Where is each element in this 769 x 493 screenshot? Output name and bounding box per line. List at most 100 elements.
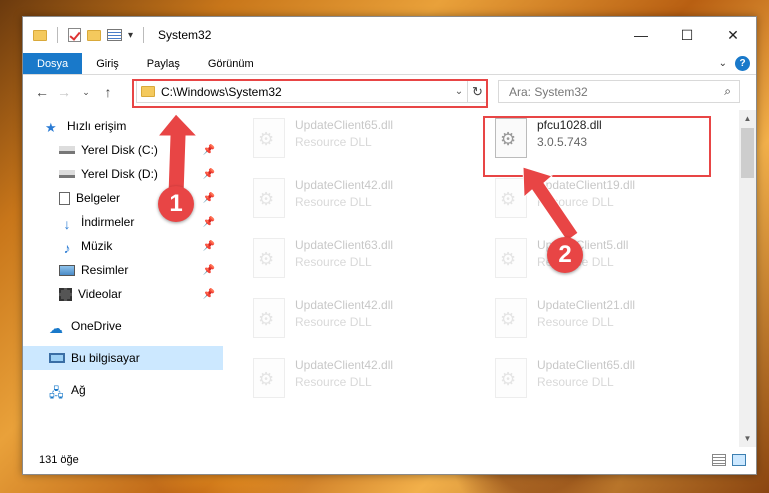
sidebar-item-quick-access[interactable]: ★ Hızlı erişim bbox=[23, 114, 223, 138]
dll-file-icon bbox=[495, 178, 527, 218]
item-count: 131 öğe bbox=[39, 454, 79, 466]
properties-check-icon[interactable] bbox=[68, 28, 81, 42]
sidebar-item-disk-d[interactable]: Yerel Disk (D:) 📌 bbox=[23, 162, 223, 186]
up-arrow-icon[interactable]: ↑ bbox=[97, 84, 119, 100]
search-placeholder: Ara: System32 bbox=[509, 84, 588, 99]
pin-icon[interactable]: 📌 bbox=[203, 169, 215, 180]
file-description: Resource DLL bbox=[295, 195, 372, 209]
tiles-view-icon[interactable] bbox=[732, 454, 746, 466]
back-arrow-icon[interactable]: ← bbox=[31, 84, 53, 100]
file-description: Resource DLL bbox=[537, 375, 614, 389]
divider bbox=[143, 27, 145, 43]
sidebar-item-label: Resimler bbox=[81, 263, 129, 277]
tab-file[interactable]: Dosya bbox=[23, 53, 83, 74]
tab-view[interactable]: Görünüm bbox=[194, 53, 268, 74]
title-bar: ▾ System32 — ☐ ✕ bbox=[23, 17, 756, 53]
sidebar-item-label: Yerel Disk (C:) bbox=[81, 143, 158, 157]
divider bbox=[57, 27, 58, 43]
sidebar-item-disk-c[interactable]: Yerel Disk (C:) 📌 bbox=[23, 138, 223, 162]
file-name: UpdateClient19.dll bbox=[537, 178, 636, 192]
file-item[interactable]: UpdateClient42.dll Resource DLL bbox=[243, 174, 473, 230]
tab-share[interactable]: Paylaş bbox=[133, 53, 194, 74]
sidebar-item-label: Hızlı erişim bbox=[67, 119, 127, 133]
file-item[interactable]: UpdateClient5.dllResource DLL bbox=[485, 234, 715, 290]
dll-file-icon bbox=[495, 298, 527, 338]
file-name: UpdateClient42.dll bbox=[295, 178, 394, 192]
dll-file-icon bbox=[253, 358, 285, 398]
pin-icon[interactable]: 📌 bbox=[203, 193, 215, 204]
dll-file-icon bbox=[253, 118, 285, 158]
sidebar-item-videos[interactable]: Videolar 📌 bbox=[23, 282, 223, 306]
file-item[interactable]: UpdateClient63.dll Resource DLL bbox=[243, 234, 473, 290]
sidebar-item-this-pc[interactable]: Bu bilgisayar bbox=[23, 346, 223, 370]
status-bar: 131 öğe bbox=[23, 446, 756, 474]
dll-file-icon bbox=[253, 298, 285, 338]
sidebar-item-network[interactable]: 🖧 Ağ bbox=[23, 378, 223, 402]
tab-home[interactable]: Giriş bbox=[82, 53, 133, 74]
file-item[interactable]: UpdateClient42.dll Resource DLL bbox=[243, 294, 473, 350]
sidebar-item-label: İndirmeler bbox=[81, 215, 135, 229]
file-description: Resource DLL bbox=[295, 375, 372, 389]
search-input[interactable]: Ara: System32 ⌕ bbox=[498, 80, 740, 103]
music-icon: ♪ bbox=[63, 239, 71, 256]
sidebar-item-label: Yerel Disk (D:) bbox=[81, 167, 158, 181]
details-view-icon[interactable] bbox=[712, 454, 726, 466]
file-name: UpdateClient42.dll bbox=[295, 298, 394, 312]
callout-2: 2 bbox=[547, 237, 583, 273]
file-description: Resource DLL bbox=[295, 315, 372, 329]
view-icon[interactable] bbox=[107, 29, 122, 41]
file-item[interactable]: UpdateClient21.dll Resource DLL bbox=[485, 294, 715, 350]
help-icon[interactable]: ? bbox=[735, 56, 750, 71]
dll-file-icon bbox=[253, 238, 285, 278]
dll-file-icon bbox=[253, 178, 285, 218]
file-item[interactable]: UpdateClient65.dll Resource DLL bbox=[243, 114, 473, 170]
sidebar-item-label: Belgeler bbox=[76, 191, 121, 205]
scroll-up-icon[interactable]: ▲ bbox=[739, 110, 756, 127]
sidebar-item-downloads[interactable]: ↓ İndirmeler 📌 bbox=[23, 210, 223, 234]
view-switcher bbox=[712, 454, 746, 466]
ribbon-tabs: Dosya Giriş Paylaş Görünüm ⌄ ? bbox=[23, 53, 756, 75]
sidebar-item-pictures[interactable]: Resimler 📌 bbox=[23, 258, 223, 282]
sidebar-item-label: Müzik bbox=[81, 239, 113, 253]
file-name: UpdateClient65.dll bbox=[295, 118, 394, 132]
expand-ribbon-chevron-icon[interactable]: ⌄ bbox=[719, 58, 727, 69]
maximize-button[interactable]: ☐ bbox=[664, 17, 710, 53]
sidebar-item-onedrive[interactable]: ☁ OneDrive bbox=[23, 314, 223, 338]
scroll-down-icon[interactable]: ▼ bbox=[739, 430, 756, 447]
quick-access-toolbar: ▾ System32 bbox=[23, 27, 211, 43]
pin-icon[interactable]: 📌 bbox=[203, 265, 215, 276]
drive-icon bbox=[59, 170, 75, 178]
pin-icon[interactable]: 📌 bbox=[203, 217, 215, 228]
computer-icon bbox=[49, 353, 65, 363]
file-item[interactable]: UpdateClient42.dll Resource DLL bbox=[243, 354, 473, 410]
file-highlight-box bbox=[483, 116, 711, 177]
recent-chevron-icon[interactable]: ⌄ bbox=[75, 87, 97, 98]
file-description: Resource DLL bbox=[537, 195, 614, 209]
pin-icon[interactable]: 📌 bbox=[203, 145, 215, 156]
pin-icon[interactable]: 📌 bbox=[203, 289, 215, 300]
close-button[interactable]: ✕ bbox=[710, 17, 756, 53]
search-icon[interactable]: ⌕ bbox=[724, 84, 731, 99]
folder-icon bbox=[33, 29, 47, 41]
vertical-scrollbar[interactable]: ▲ ▼ bbox=[739, 110, 756, 447]
sidebar-item-music[interactable]: ♪ Müzik 📌 bbox=[23, 234, 223, 258]
caption-buttons: — ☐ ✕ bbox=[618, 17, 756, 53]
scroll-thumb[interactable] bbox=[741, 128, 754, 178]
forward-arrow-icon[interactable]: → bbox=[53, 84, 75, 100]
customize-chevron-icon[interactable]: ▾ bbox=[128, 30, 133, 41]
sidebar-item-label: Ağ bbox=[71, 383, 86, 397]
navigation-pane: ★ Hızlı erişim Yerel Disk (C:) 📌 Yerel D… bbox=[23, 110, 223, 447]
minimize-button[interactable]: — bbox=[618, 17, 664, 53]
pictures-icon bbox=[59, 264, 75, 276]
window-title: System32 bbox=[158, 28, 212, 42]
new-folder-icon[interactable] bbox=[87, 29, 101, 41]
file-name: UpdateClient42.dll bbox=[295, 358, 394, 372]
star-icon: ★ bbox=[45, 119, 57, 135]
ribbon-controls: ⌄ ? bbox=[719, 56, 750, 71]
file-description: Resource DLL bbox=[537, 315, 614, 329]
documents-icon bbox=[59, 191, 70, 205]
sidebar-item-label: Videolar bbox=[78, 287, 122, 301]
pin-icon[interactable]: 📌 bbox=[203, 241, 215, 252]
file-item[interactable]: UpdateClient65.dll Resource DLL bbox=[485, 354, 715, 410]
file-item[interactable]: UpdateClient19.dll Resource DLL bbox=[485, 174, 715, 230]
